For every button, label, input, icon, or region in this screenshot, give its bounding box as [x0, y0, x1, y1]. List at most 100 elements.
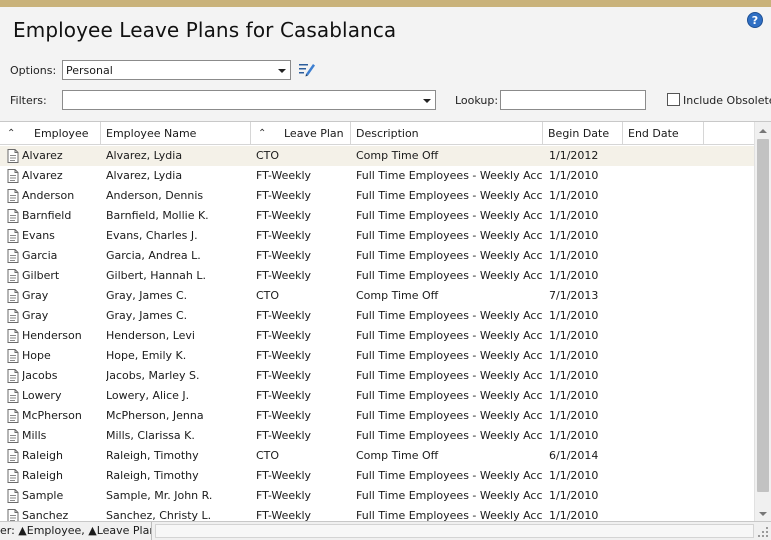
cell-employee: Gilbert [22, 269, 60, 282]
cell-name: Alvarez, Lydia [106, 149, 183, 162]
cell-name: Gilbert, Hannah L. [106, 269, 207, 282]
table-row[interactable]: Alvarez Alvarez, Lydia CTO Comp Time Off 1/1… [0, 146, 754, 166]
cell-begin: 1/1/2010 [549, 509, 599, 521]
cell-name: Sample, Mr. John R. [106, 489, 213, 502]
cell-description: Full Time Employees - Weekly Accrual [356, 229, 542, 242]
document-icon [7, 389, 19, 403]
table-row[interactable]: Alvarez Alvarez, Lydia FT-Weekly Full Time … [0, 166, 754, 186]
cell-employee: Gray [22, 289, 49, 302]
column-header-employee[interactable]: ⌃ Employee [0, 122, 101, 145]
cell-name: Jacobs, Marley S. [106, 369, 200, 382]
cell-description: Full Time Employees - Weekly Accrual [356, 209, 542, 222]
include-obsolete-checkbox[interactable] [667, 93, 680, 106]
cell-description: Full Time Employees - Weekly Accrual [356, 469, 542, 482]
column-header-leave-plan[interactable]: ⌃ Leave Plan [251, 122, 351, 145]
cell-plan: FT-Weekly [256, 169, 312, 182]
document-icon [7, 189, 19, 203]
cell-description: Full Time Employees - Weekly Accrual [356, 429, 542, 442]
cell-description: Full Time Employees - Weekly Accrual [356, 389, 542, 402]
options-dropdown[interactable]: Personal [62, 60, 291, 80]
cell-plan: FT-Weekly [256, 469, 312, 482]
scroll-down-icon[interactable] [759, 512, 767, 516]
cell-name: Henderson, Levi [106, 329, 195, 342]
document-icon [7, 209, 19, 223]
filters-dropdown[interactable] [62, 90, 436, 110]
column-header-employee-name[interactable]: Employee Name [101, 122, 251, 145]
table-row[interactable]: Henderson Henderson, Levi FT-Weekly Full Ti… [0, 326, 754, 346]
table-row[interactable]: Raleigh Raleigh, Timothy CTO Comp Time Off 6… [0, 446, 754, 466]
cell-end [628, 166, 702, 186]
options-value: Personal [66, 64, 113, 77]
cell-end [628, 346, 702, 366]
cell-begin: 1/1/2010 [549, 369, 599, 382]
cell-description: Full Time Employees - Weekly Accrual [356, 329, 542, 342]
lookup-label: Lookup: [455, 94, 499, 107]
column-header-description[interactable]: Description [351, 122, 543, 145]
cell-begin: 1/1/2012 [549, 149, 599, 162]
cell-employee: Sample [22, 489, 64, 502]
column-header-end-date[interactable]: End Date [623, 122, 704, 145]
table-row[interactable]: Hope Hope, Emily K. FT-Weekly Full Time Emp… [0, 346, 754, 366]
cell-plan: FT-Weekly [256, 429, 312, 442]
cell-employee: Hope [22, 349, 51, 362]
cell-employee: Raleigh [22, 469, 63, 482]
table-row[interactable]: Gray Gray, James C. CTO Comp Time Off 7/1/20… [0, 286, 754, 306]
document-icon [7, 169, 19, 183]
cell-name: Alvarez, Lydia [106, 169, 183, 182]
vertical-scrollbar[interactable] [754, 122, 771, 521]
cell-description: Full Time Employees - Weekly Accrual [356, 169, 542, 182]
help-icon[interactable]: ? [747, 12, 763, 28]
cell-employee: Sanchez [22, 509, 69, 521]
cell-description: Comp Time Off [356, 289, 439, 302]
cell-employee: McPherson [22, 409, 82, 422]
column-header-begin-date[interactable]: Begin Date [543, 122, 623, 145]
cell-end [628, 386, 702, 406]
table-row[interactable]: Evans Evans, Charles J. FT-Weekly Full Time… [0, 226, 754, 246]
cell-begin: 1/1/2010 [549, 329, 599, 342]
cell-begin: 1/1/2010 [549, 189, 599, 202]
cell-plan: CTO [256, 149, 280, 162]
table-row[interactable]: Sanchez Sanchez, Christy L. FT-Weekly Full … [0, 506, 754, 521]
table-row[interactable]: Anderson Anderson, Dennis FT-Weekly Full Ti… [0, 186, 754, 206]
table-row[interactable]: Garcia Garcia, Andrea L. FT-Weekly Full Tim… [0, 246, 754, 266]
cell-begin: 1/1/2010 [549, 389, 599, 402]
cell-end [628, 506, 702, 521]
table-row[interactable]: Lowery Lowery, Alice J. FT-Weekly Full Time… [0, 386, 754, 406]
cell-description: Full Time Employees - Weekly Accrual [356, 369, 542, 382]
table-row[interactable]: Raleigh Raleigh, Timothy FT-Weekly Full Tim… [0, 466, 754, 486]
page-title: Employee Leave Plans for Casablanca [13, 18, 397, 42]
scroll-up-icon[interactable] [759, 129, 767, 133]
cell-plan: FT-Weekly [256, 329, 312, 342]
cell-employee: Raleigh [22, 449, 63, 462]
cell-end [628, 266, 702, 286]
table-row[interactable]: Gray Gray, James C. FT-Weekly Full Time Emp… [0, 306, 754, 326]
table-row[interactable]: Sample Sample, Mr. John R. FT-Weekly Full T… [0, 486, 754, 506]
lookup-input[interactable] [500, 90, 646, 110]
scrollbar-thumb[interactable] [757, 139, 769, 492]
table-row[interactable]: Gilbert Gilbert, Hannah L. FT-Weekly Full T… [0, 266, 754, 286]
cell-name: Barnfield, Mollie K. [106, 209, 209, 222]
cell-name: Gray, James C. [106, 309, 188, 322]
resize-grip-icon[interactable] [757, 526, 769, 538]
document-icon [7, 489, 19, 503]
grid-rows: Alvarez Alvarez, Lydia CTO Comp Time Off 1/1… [0, 146, 754, 521]
table-row[interactable]: Jacobs Jacobs, Marley S. FT-Weekly Full Tim… [0, 366, 754, 386]
cell-begin: 1/1/2010 [549, 349, 599, 362]
edit-list-icon[interactable] [298, 61, 316, 77]
table-row[interactable]: Mills Mills, Clarissa K. FT-Weekly Full Tim… [0, 426, 754, 446]
cell-plan: FT-Weekly [256, 189, 312, 202]
table-row[interactable]: Barnfield Barnfield, Mollie K. FT-Weekly Fu… [0, 206, 754, 226]
cell-plan: FT-Weekly [256, 229, 312, 242]
table-row[interactable]: McPherson McPherson, Jenna FT-Weekly Full T… [0, 406, 754, 426]
cell-plan: FT-Weekly [256, 349, 312, 362]
cell-end [628, 426, 702, 446]
cell-employee: Jacobs [22, 369, 58, 382]
cell-name: Sanchez, Christy L. [106, 509, 212, 521]
cell-description: Full Time Employees - Weekly Accrual [356, 489, 542, 502]
cell-name: Garcia, Andrea L. [106, 249, 201, 262]
cell-employee: Alvarez [22, 149, 63, 162]
cell-begin: 1/1/2010 [549, 229, 599, 242]
sort-ascending-icon: ⌃ [7, 128, 16, 139]
cell-end [628, 206, 702, 226]
cell-end [628, 286, 702, 306]
